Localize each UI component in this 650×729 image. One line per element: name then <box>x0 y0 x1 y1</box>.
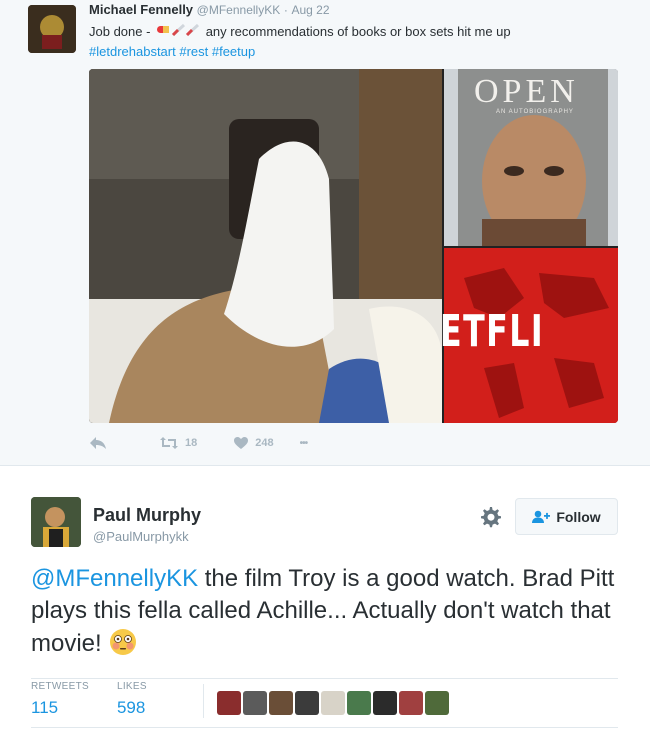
likes-stat[interactable]: LIKES 598 <box>117 681 147 727</box>
tweet-text: Job done - any recommendations of books … <box>89 22 629 61</box>
liker-avatar[interactable] <box>243 691 267 715</box>
heart-icon <box>234 437 249 449</box>
tweet-text-lead: Job done - <box>89 24 151 39</box>
tweet-actions: 18 248 ••• <box>89 433 308 453</box>
tweet-text-rest: any recommendations of books or box sets… <box>205 24 511 39</box>
netflix-wordmark: ETFLI <box>440 306 545 357</box>
gear-icon[interactable] <box>478 505 502 529</box>
author-avatar[interactable] <box>31 497 81 547</box>
stats-bottom-divider <box>31 727 618 728</box>
liker-avatar[interactable] <box>373 691 397 715</box>
mention-link[interactable]: @MFennellyKK <box>31 565 198 592</box>
date-separator: · <box>283 3 288 17</box>
author-name[interactable]: Michael Fennelly <box>89 2 193 17</box>
tweet-stats: RETWEETS 115 LIKES 598 <box>31 681 175 727</box>
liker-avatar[interactable] <box>295 691 319 715</box>
media-grid[interactable]: OPEN AN AUTOBIOGRAPHY ETFLI <box>89 69 618 423</box>
flushed-face-emoji <box>108 627 138 666</box>
reply-button[interactable] <box>89 436 107 450</box>
author-handle[interactable]: @PaulMurphykk <box>93 529 189 544</box>
tweet-header: Michael Fennelly @MFennellyKK · Aug 22 <box>89 2 330 17</box>
likes-value: 598 <box>116 698 146 717</box>
retweet-icon <box>160 437 178 449</box>
like-count: 248 <box>255 437 274 449</box>
hashtags[interactable]: #letdrehabstart #rest #feetup <box>89 44 255 59</box>
quoted-tweet: Michael Fennelly @MFennellyKK · Aug 22 J… <box>0 0 650 466</box>
more-icon: ••• <box>299 437 308 449</box>
retweets-value: 115 <box>31 698 59 717</box>
follow-label: Follow <box>556 508 601 525</box>
netflix-logo-photo[interactable]: ETFLI <box>440 248 618 423</box>
liker-avatars <box>217 691 449 715</box>
open-book-cover-photo[interactable]: OPEN AN AUTOBIOGRAPHY <box>444 69 618 247</box>
follow-button[interactable]: Follow <box>515 498 618 535</box>
author-avatar[interactable] <box>28 5 76 53</box>
stats-separator <box>203 684 204 718</box>
pill-syringe-emoji <box>156 23 200 42</box>
liker-avatar[interactable] <box>217 691 241 715</box>
retweets-label: RETWEETS <box>31 681 89 692</box>
tweet-date[interactable]: Aug 22 <box>291 3 329 17</box>
stats-top-divider <box>31 678 618 679</box>
follow-person-icon <box>532 510 551 523</box>
liker-avatar[interactable] <box>321 691 345 715</box>
retweets-stat[interactable]: RETWEETS 115 <box>31 681 89 727</box>
book-subtitle: AN AUTOBIOGRAPHY <box>496 109 574 115</box>
retweet-button[interactable]: 18 <box>159 436 197 450</box>
retweet-count: 18 <box>185 437 198 449</box>
liker-avatar[interactable] <box>269 691 293 715</box>
tweet-text: @MFennellyKK the film Troy is a good wat… <box>31 563 631 666</box>
more-button[interactable]: ••• <box>300 438 308 449</box>
liker-avatar[interactable] <box>347 691 371 715</box>
author-name[interactable]: Paul Murphy <box>93 505 201 526</box>
likes-label: LIKES <box>116 681 147 692</box>
reply-icon <box>90 437 106 449</box>
like-button[interactable]: 248 <box>233 436 274 450</box>
liker-avatar[interactable] <box>399 691 423 715</box>
liker-avatar[interactable] <box>425 691 449 715</box>
book-title: OPEN <box>474 73 579 110</box>
author-handle[interactable]: @MFennellyKK <box>197 3 281 17</box>
leg-cast-photo[interactable] <box>89 69 442 423</box>
